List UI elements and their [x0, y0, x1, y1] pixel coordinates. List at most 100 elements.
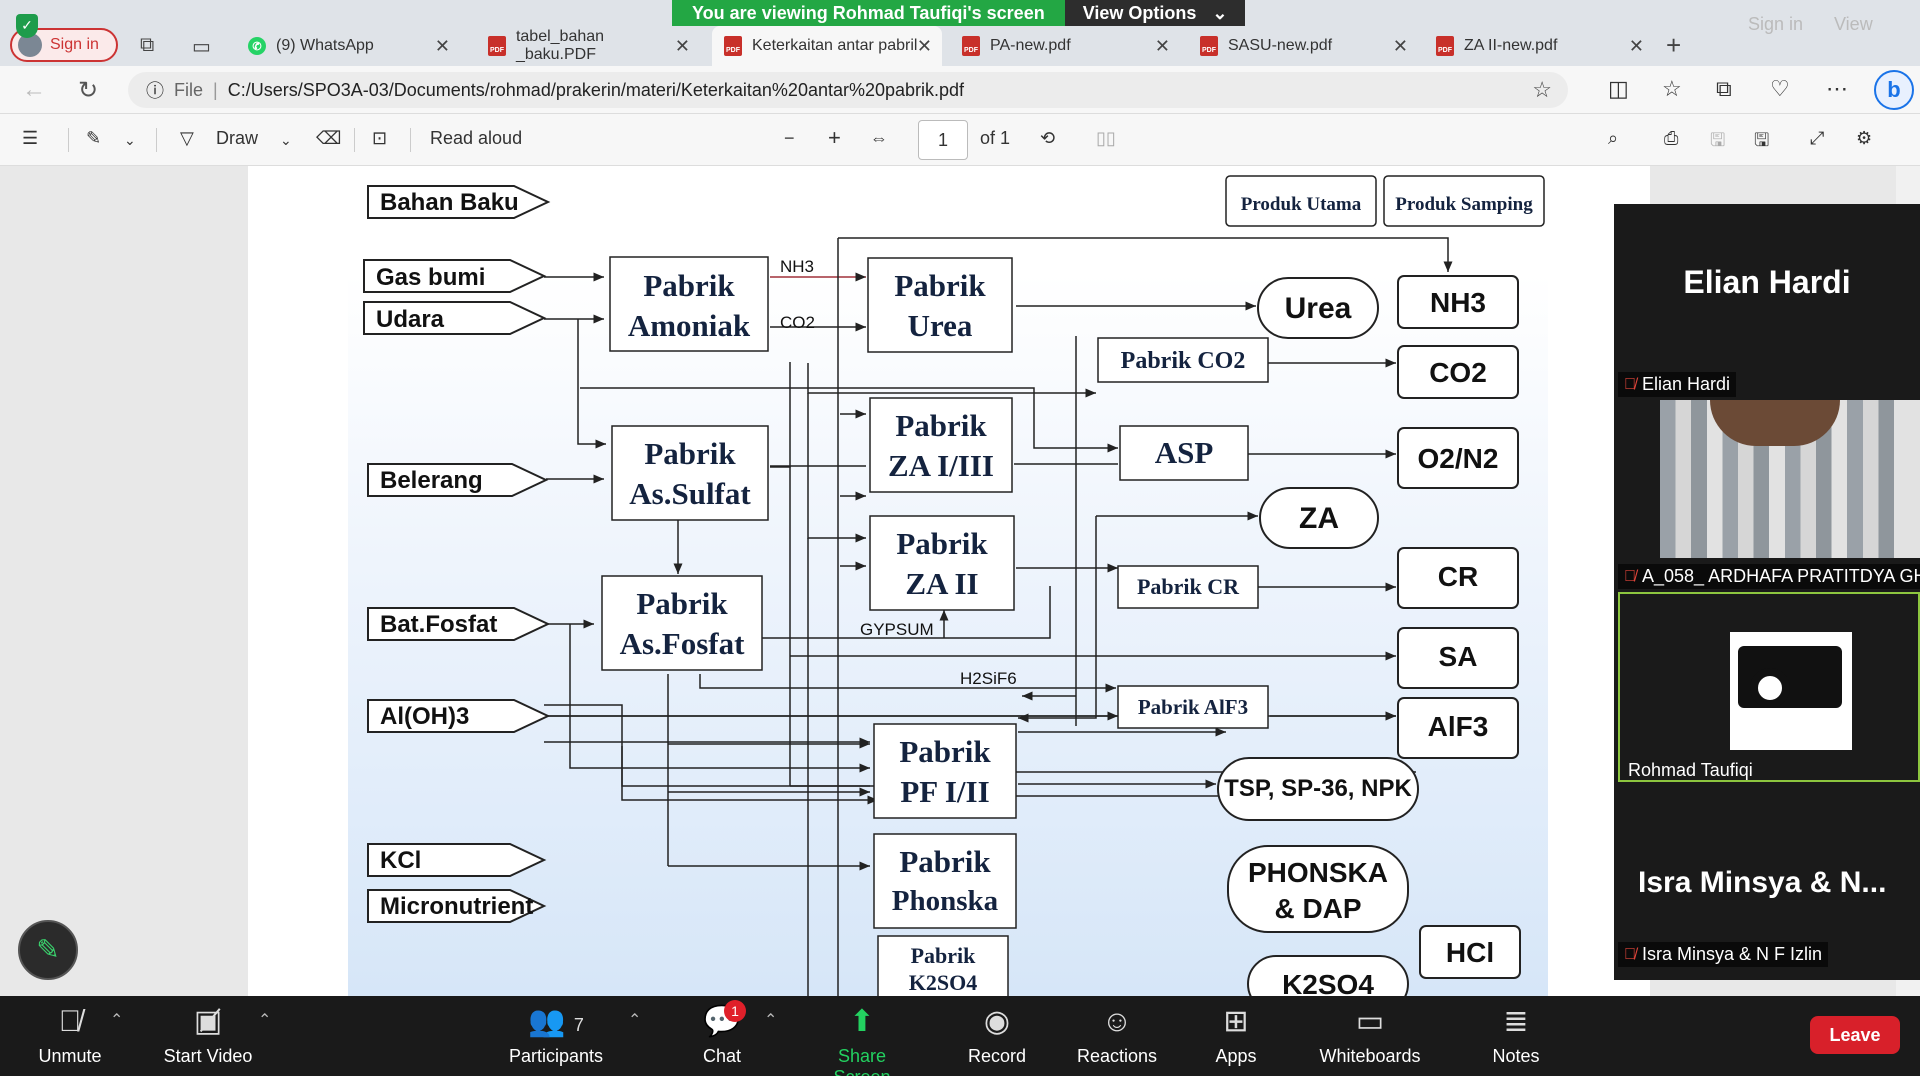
close-icon[interactable]: ✕	[1393, 36, 1408, 57]
plant-asp-label: ASP	[1155, 435, 1214, 470]
participant-name-tag: 🎙̸ A_058_ ARDHAFA PRATITDYA GH	[1618, 564, 1920, 589]
tab-keterkaitan[interactable]: PDF Keterkaitan antar pabril ✕	[712, 26, 942, 66]
meeting-controls-bar: 🎙̸ Unmute ⌃ ▣̸ Start Video ⌃ 👥 7 Partici…	[0, 996, 1920, 1076]
product-k2so4-label: K2SO4	[1282, 969, 1374, 996]
eraser-icon[interactable]: ⌫	[316, 128, 341, 149]
input-shapes	[363, 185, 551, 923]
zoom-in-icon[interactable]: +	[828, 125, 841, 151]
chevron-down-icon[interactable]: ⌄	[280, 132, 292, 149]
share-screen-icon: ⬆	[849, 1005, 875, 1038]
viewing-label: You are viewing Rohmad Taufiqi's screen	[672, 0, 1065, 26]
camera-icon	[1738, 646, 1842, 708]
chevron-up-icon[interactable]: ⌃	[764, 1010, 777, 1030]
participant-tile-active-speaker[interactable]: Rohmad Taufiqi	[1618, 592, 1920, 782]
more-icon[interactable]: ⋯	[1826, 76, 1848, 102]
main-product-shapes	[1217, 277, 1419, 996]
page-view-icon[interactable]: ▯▯	[1096, 128, 1116, 149]
participant-tile[interactable]: Elian Hardi 🎙̸ Elian Hardi	[1614, 204, 1920, 400]
tab-za-ii-new[interactable]: PDF ZA II-new.pdf ✕	[1424, 26, 1654, 66]
tab-actions-icon[interactable]: ▭	[192, 34, 211, 59]
favorite-star-icon[interactable]: ☆	[1532, 77, 1552, 103]
record-button[interactable]: ◉ Record	[966, 1004, 1028, 1067]
start-video-button[interactable]: ▣̸ Start Video	[156, 1004, 260, 1067]
rotate-icon[interactable]: ⟲	[1040, 128, 1055, 149]
overlay-sign-in[interactable]: Sign in	[1748, 14, 1803, 35]
whiteboards-label: Whiteboards	[1319, 1046, 1421, 1066]
close-icon[interactable]: ✕	[1155, 36, 1170, 57]
chevron-up-icon[interactable]: ⌃	[258, 1010, 271, 1030]
chat-button[interactable]: 💬 1 Chat	[700, 1000, 746, 1067]
apps-button[interactable]: ⊞ Apps	[1208, 1004, 1264, 1067]
participants-button[interactable]: 👥 7 Participants	[504, 1004, 608, 1067]
participant-tile[interactable]: Isra Minsya & N... 🎙̸ Isra Minsya & N F …	[1614, 790, 1920, 980]
plant-za2-label-1: Pabrik	[896, 526, 988, 561]
save-as-icon[interactable]: 🖫	[1754, 128, 1769, 158]
tab-label: (9) WhatsApp	[276, 37, 374, 54]
search-icon[interactable]: ⌕	[1608, 128, 1618, 149]
fullscreen-icon[interactable]: ⤢	[1810, 128, 1824, 149]
split-screen-icon[interactable]: ◫	[1608, 76, 1629, 102]
fit-width-icon[interactable]: ⇔	[870, 128, 888, 149]
input-kcl-label: KCl	[380, 847, 421, 874]
participant-name-tag: 🎙̸ Elian Hardi	[1618, 372, 1737, 397]
whatsapp-icon: ✆	[248, 37, 266, 55]
page-number-input[interactable]: 1	[918, 120, 968, 160]
unmute-button[interactable]: 🎙̸ Unmute	[28, 1004, 112, 1067]
input-aloh3-label: Al(OH)3	[380, 703, 469, 730]
product-o2n2-label: O2/N2	[1418, 443, 1499, 474]
tab-whatsapp[interactable]: ✆ (9) WhatsApp ✕	[236, 26, 460, 66]
close-icon[interactable]: ✕	[917, 36, 932, 57]
draw-icon[interactable]: ▽	[180, 128, 194, 149]
new-tab-icon[interactable]: +	[1666, 30, 1681, 61]
print-icon[interactable]: ⎙	[1664, 128, 1678, 149]
plant-pf-label-1: Pabrik	[899, 734, 991, 769]
pdf-toolbar: ☰ ✎ ⌄ ▽ Draw ⌄ ⌫ ⊡ Read aloud − + ⇔ 1 of…	[0, 114, 1920, 166]
record-label: Record	[967, 1046, 1027, 1066]
chevron-down-icon[interactable]: ⌄	[124, 132, 136, 149]
whiteboards-button[interactable]: ▭ Whiteboards	[1314, 1004, 1426, 1067]
chevron-up-icon[interactable]: ⌃	[110, 1010, 123, 1030]
highlight-icon[interactable]: ✎	[86, 128, 101, 149]
url-field[interactable]: ⓘ File | C:/Users/SPO3A-03/Documents/roh…	[128, 72, 1568, 108]
pdf-icon: PDF	[1200, 36, 1218, 56]
tab-sasu-new[interactable]: PDF SASU-new.pdf ✕	[1188, 26, 1418, 66]
unmute-label: Unmute	[38, 1046, 102, 1066]
leave-button[interactable]: Leave	[1810, 1016, 1900, 1054]
overlay-view[interactable]: View	[1834, 14, 1873, 35]
save-icon[interactable]: 🖫	[1710, 128, 1725, 158]
participants-label: Participants	[508, 1046, 604, 1066]
tab-pa-new[interactable]: PDF PA-new.pdf ✕	[950, 26, 1180, 66]
workspaces-icon[interactable]: ⧉	[140, 34, 154, 57]
reactions-icon: ☺	[1101, 1005, 1133, 1038]
share-screen-label: Share Screen	[833, 1046, 890, 1076]
legend-produk-utama-label: Produk Utama	[1241, 194, 1362, 215]
start-video-label: Start Video	[163, 1046, 253, 1066]
close-icon[interactable]: ✕	[1629, 36, 1644, 57]
view-options-button[interactable]: View Options ⌄	[1064, 0, 1246, 26]
pdf-icon: PDF	[488, 36, 506, 56]
divider	[354, 128, 355, 152]
notes-button[interactable]: ≣ Notes	[1488, 1004, 1544, 1067]
back-icon[interactable]: ←	[22, 76, 46, 104]
tab-tabel-bahan-baku[interactable]: PDF tabel_bahan _baku.PDF ✕	[476, 26, 700, 66]
close-icon[interactable]: ✕	[435, 36, 450, 57]
share-screen-button[interactable]: ⬆ Share Screen	[808, 1004, 916, 1076]
participant-name-tag: Rohmad Taufiqi	[1622, 758, 1759, 783]
plant-urea-label-2: Urea	[908, 308, 973, 343]
contents-icon[interactable]: ☰	[22, 128, 38, 149]
text-box-icon[interactable]: ⊡	[372, 128, 387, 149]
read-aloud-button[interactable]: Read aloud	[430, 128, 522, 149]
copilot-icon[interactable]: b	[1874, 70, 1914, 110]
chevron-up-icon[interactable]: ⌃	[628, 1010, 641, 1030]
settings-gear-icon[interactable]: ⚙	[1856, 128, 1872, 149]
favorites-icon[interactable]: ☆	[1662, 76, 1682, 102]
collections-icon[interactable]: ⧉	[1716, 76, 1732, 102]
annotate-pen-button[interactable]: ✎	[18, 920, 78, 980]
browser-essentials-icon[interactable]: ♡	[1770, 76, 1790, 102]
close-icon[interactable]: ✕	[675, 36, 690, 57]
reactions-button[interactable]: ☺ Reactions	[1074, 1004, 1160, 1067]
draw-button[interactable]: Draw	[216, 128, 258, 149]
zoom-out-icon[interactable]: −	[784, 128, 795, 149]
refresh-icon[interactable]: ↻	[78, 76, 98, 105]
address-bar: ← ↻ ⓘ File | C:/Users/SPO3A-03/Documents…	[0, 66, 1920, 114]
